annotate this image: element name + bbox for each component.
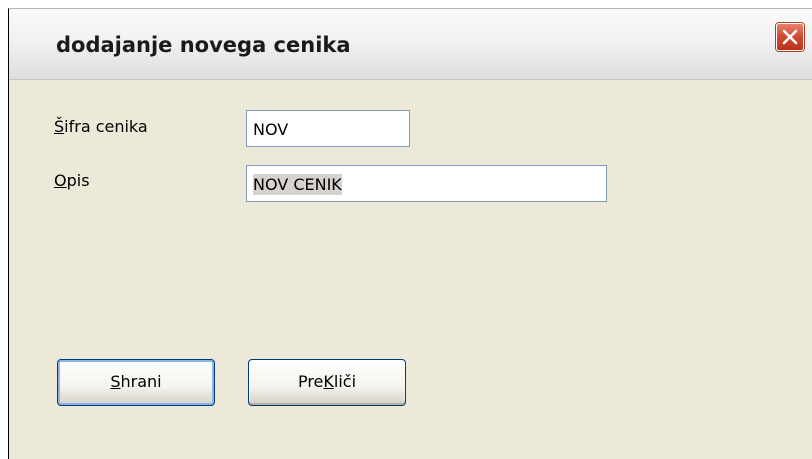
description-label: Opis — [54, 171, 90, 190]
code-label-accelerator: Š — [54, 117, 65, 136]
dialog-title: dodajanje novega cenika — [56, 33, 351, 57]
close-x-icon — [782, 29, 798, 45]
cancel-button[interactable]: PreKliči — [248, 359, 406, 406]
title-bar[interactable]: dodajanje novega cenika — [9, 9, 812, 80]
code-label: Šifra cenika — [54, 117, 148, 136]
description-label-accelerator: O — [54, 171, 67, 190]
description-input[interactable]: NOV CENIK — [246, 165, 607, 202]
close-button[interactable] — [776, 23, 804, 51]
dialog-window: dodajanje novega cenika Šifra cenika NOV… — [8, 8, 812, 459]
code-input[interactable]: NOV — [246, 110, 410, 147]
save-button-label: hrani — [120, 372, 162, 391]
code-input-value: NOV — [253, 120, 289, 139]
cancel-button-label-suffix: liči — [333, 372, 357, 391]
save-button-accelerator: S — [110, 372, 121, 391]
code-label-text: ifra cenika — [64, 117, 148, 136]
save-button[interactable]: Shrani — [57, 359, 215, 406]
cancel-button-label-prefix: Pre — [297, 372, 324, 391]
cancel-button-accelerator: K — [323, 372, 334, 391]
description-label-text: pis — [66, 171, 90, 190]
description-input-value: NOV CENIK — [253, 174, 342, 195]
